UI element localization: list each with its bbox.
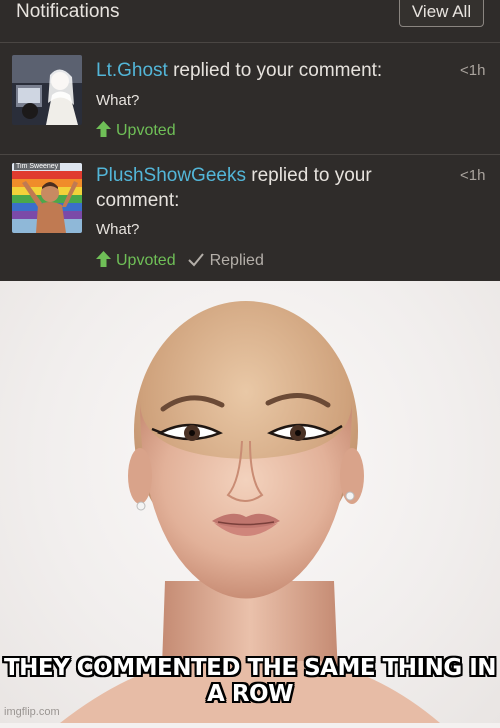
upvoted-label: Upvoted [116, 122, 176, 139]
notification-action: replied to your comment: [167, 60, 383, 81]
notifications-header: Notifications View All [0, 0, 500, 42]
notification-text: PlushShowGeeks replied to your comment: [96, 163, 436, 213]
caption-line-1: THEY COMMENTED THE SAME THING IN [3, 655, 497, 681]
status-row: Upvoted Replied [96, 251, 264, 271]
avatar-text: Tim Sweeney [14, 163, 61, 170]
avatar[interactable] [12, 55, 82, 125]
comment-quote: What? [96, 92, 140, 109]
imgflip-watermark: imgflip.com [4, 706, 60, 718]
meme-caption: THEY COMMENTED THE SAME THING IN A ROW [0, 655, 500, 707]
replied-text: Replied [209, 252, 264, 269]
notifications-panel: Notifications View All Lt.Ghost replied … [0, 0, 500, 281]
username-link[interactable]: Lt.Ghost [96, 60, 168, 81]
notification-text: Lt.Ghost replied to your comment: [96, 58, 436, 83]
upvote-arrow-icon [96, 251, 111, 272]
upvote-arrow-icon [96, 121, 111, 142]
check-icon [187, 253, 204, 272]
timestamp: <1h [460, 62, 486, 79]
view-all-button[interactable]: View All [399, 0, 484, 27]
username-link[interactable]: PlushShowGeeks [96, 165, 246, 186]
page-title: Notifications [16, 1, 120, 22]
comment-quote: What? [96, 221, 140, 238]
status-row: Upvoted [96, 121, 176, 141]
caption-line-2: A ROW [207, 681, 293, 707]
notification-item[interactable]: Tim Sweeney PlushShowGeeks replied to yo… [0, 155, 500, 281]
avatar[interactable]: Tim Sweeney [12, 163, 82, 233]
upvoted-label: Upvoted [116, 252, 176, 269]
notification-item[interactable]: Lt.Ghost replied to your comment: <1h Wh… [0, 43, 500, 154]
replied-label: Replied [187, 252, 264, 272]
timestamp: <1h [460, 167, 486, 184]
